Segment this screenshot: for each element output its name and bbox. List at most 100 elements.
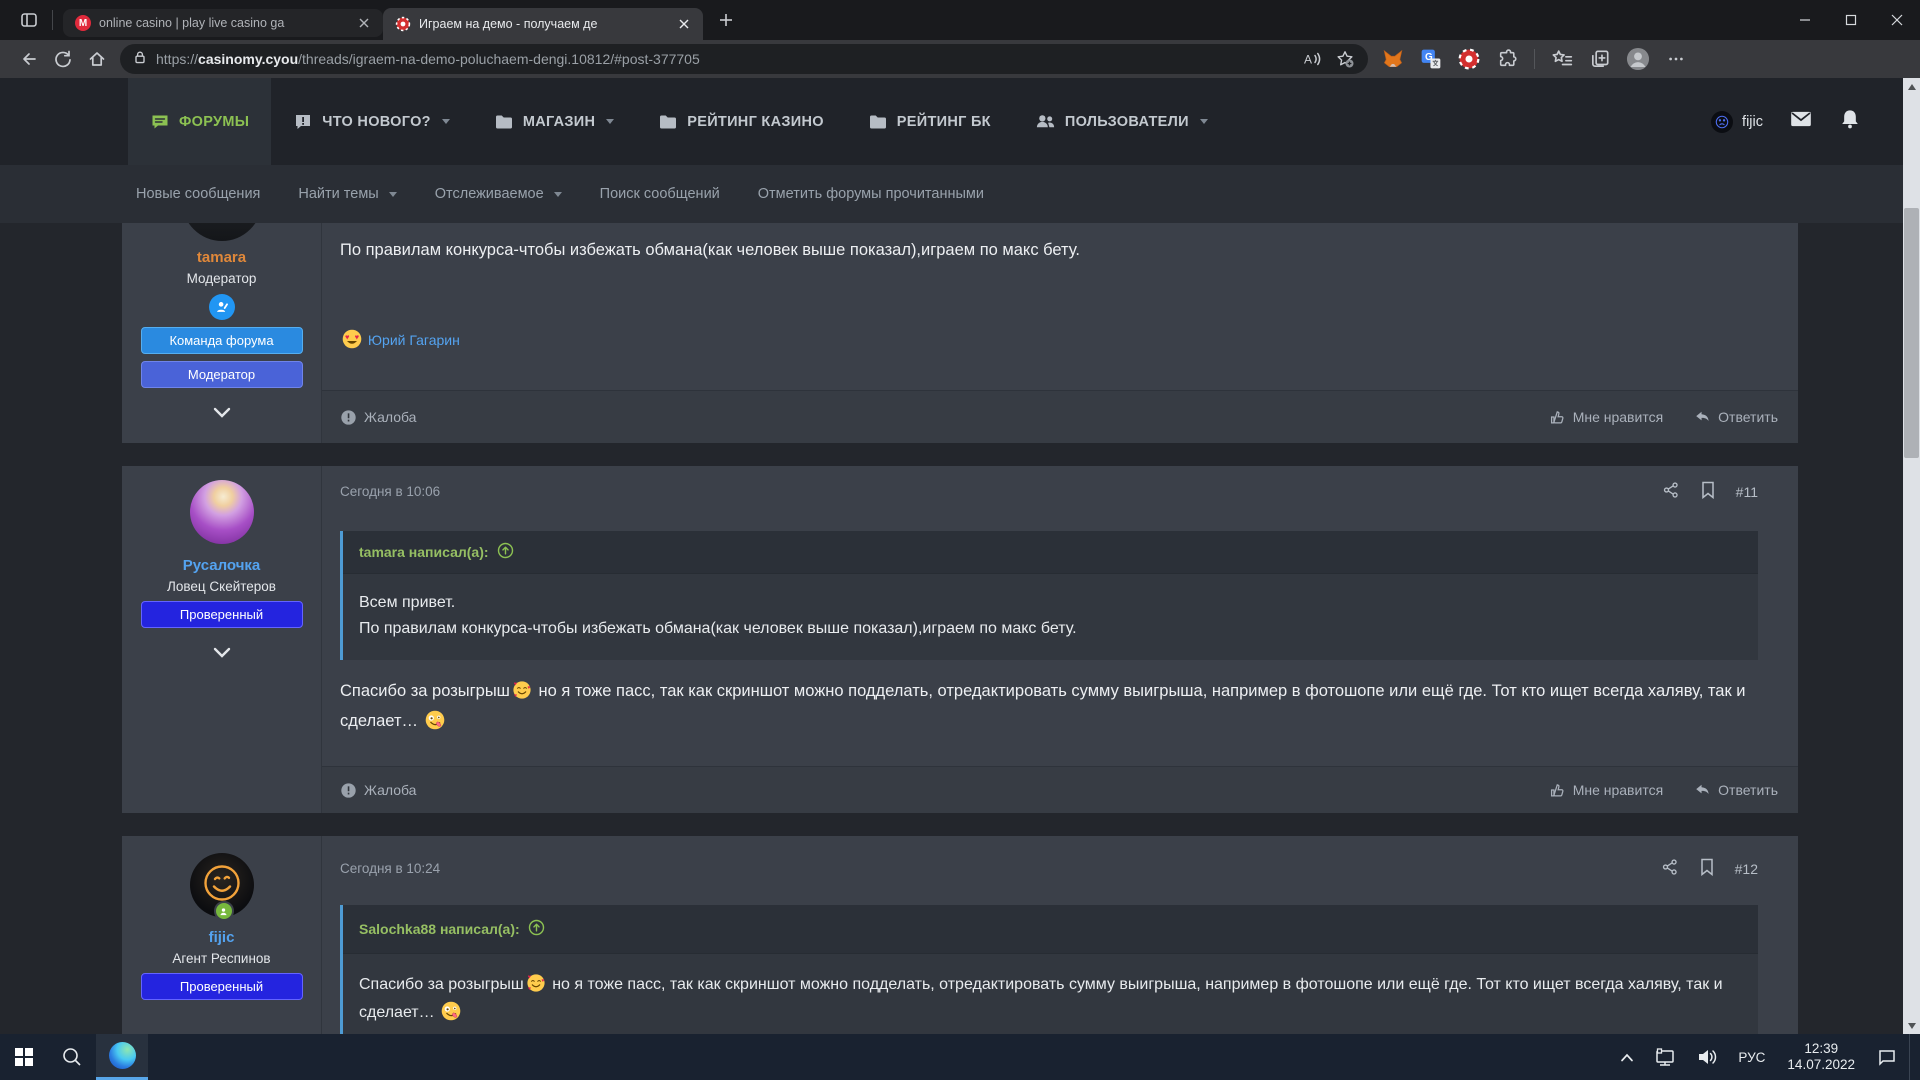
badge-forum-team[interactable]: Команда форума (141, 327, 303, 354)
refresh-icon[interactable] (46, 44, 80, 74)
like-button[interactable]: Мне нравится (1548, 781, 1663, 799)
start-button[interactable] (0, 1034, 48, 1080)
back-icon[interactable] (12, 44, 46, 74)
subnav-find-threads[interactable]: Найти темы (298, 186, 396, 202)
current-user-menu[interactable]: fijic (1711, 111, 1763, 133)
metamask-fox-icon[interactable] (1378, 44, 1408, 74)
new-tab-button[interactable] (713, 7, 739, 33)
badge-verified[interactable]: Проверенный (141, 601, 303, 628)
nav-item-users[interactable]: ПОЛЬЗОВАТЕЛИ (1013, 78, 1230, 165)
window-close-button[interactable] (1874, 0, 1920, 40)
quote-attribution[interactable]: Salochka88 написал(а): (359, 921, 520, 937)
bookmark-icon[interactable] (1699, 858, 1715, 879)
read-aloud-icon[interactable]: A (1294, 44, 1328, 74)
post-number[interactable]: #11 (1736, 484, 1758, 500)
clock[interactable]: 12:39 14.07.2022 (1777, 1041, 1865, 1073)
home-icon[interactable] (80, 44, 114, 74)
tab1-favicon-m-icon: M (75, 15, 91, 31)
url-text: https://casinomy.cyou/threads/igraem-na-… (156, 51, 1294, 67)
scroll-down-arrow-icon[interactable] (1903, 1017, 1920, 1034)
casino-chip-extension-icon[interactable] (1454, 44, 1484, 74)
tab2-close-icon[interactable] (675, 15, 693, 33)
reply-button[interactable]: Ответить (1693, 408, 1778, 426)
browser-tab-active[interactable]: Играем на демо - получаем де (383, 8, 703, 40)
lock-icon[interactable] (132, 49, 148, 70)
badge-verified[interactable]: Проверенный (141, 973, 303, 1000)
report-link[interactable]: Жалоба (340, 782, 416, 799)
subnav-mark-forums-read[interactable]: Отметить форумы прочитанными (758, 186, 984, 202)
report-link[interactable]: Жалоба (340, 409, 416, 426)
user-role: Агент Респинов (122, 951, 321, 966)
subnav-watched[interactable]: Отслеживаемое (435, 186, 562, 202)
subnav-new-posts[interactable]: Новые сообщения (136, 186, 260, 202)
username-link[interactable]: Русалочка (122, 557, 321, 574)
avatar[interactable] (190, 480, 254, 544)
bookmark-icon[interactable] (1700, 481, 1716, 502)
expand-user-chevron-icon[interactable] (212, 646, 232, 664)
window-maximize-button[interactable] (1828, 0, 1874, 40)
share-icon[interactable] (1662, 481, 1680, 502)
scroll-up-arrow-icon[interactable] (1903, 78, 1920, 95)
share-icon[interactable] (1661, 858, 1679, 879)
post10-user-cell: tamara Модератор Команда форума Модерато… (122, 223, 322, 443)
page-scrollbar[interactable] (1903, 78, 1920, 1034)
add-favorite-star-icon[interactable] (1328, 44, 1362, 74)
username-link[interactable]: tamara (122, 249, 321, 266)
search-icon (61, 1046, 83, 1068)
taskbar-edge-app[interactable] (96, 1034, 148, 1080)
username-link[interactable]: fijic (122, 929, 321, 946)
reply-button[interactable]: Ответить (1693, 781, 1778, 799)
post-timestamp[interactable]: Сегодня в 10:06 (340, 484, 440, 499)
volume-icon[interactable] (1688, 1034, 1726, 1080)
reactions-bar[interactable]: ♥♥ Юрий Гагарин (340, 329, 1758, 349)
alerts-bell-icon[interactable] (1839, 108, 1861, 135)
clock-date: 14.07.2022 (1787, 1057, 1855, 1073)
avatar[interactable] (190, 853, 254, 917)
chevron-down-icon (442, 119, 450, 124)
action-center-icon[interactable] (1869, 1034, 1905, 1080)
subnav-search-posts[interactable]: Поиск сообщений (600, 186, 720, 202)
profile-avatar-icon[interactable] (1623, 44, 1653, 74)
reaction-users-link[interactable]: ♥♥ Юрий Гагарин (340, 329, 460, 349)
extensions-puzzle-icon[interactable] (1492, 44, 1522, 74)
address-bar[interactable]: https://casinomy.cyou/threads/igraem-na-… (120, 44, 1368, 74)
quote-text: Всем привет. По правилам конкурса-чтобы … (343, 574, 1758, 660)
badge-moderator[interactable]: Модератор (141, 361, 303, 388)
svg-text:A: A (1304, 53, 1312, 67)
scrollbar-thumb[interactable] (1904, 208, 1919, 458)
tray-show-hidden-icons[interactable] (1612, 1034, 1642, 1080)
post-timestamp[interactable]: Сегодня в 10:24 (340, 861, 440, 876)
window-minimize-button[interactable] (1782, 0, 1828, 40)
show-desktop-button[interactable] (1909, 1034, 1914, 1080)
expand-user-chevron-icon[interactable] (212, 406, 232, 424)
avatar[interactable] (182, 223, 262, 241)
tab1-close-icon[interactable] (355, 14, 373, 32)
post-number[interactable]: #12 (1735, 861, 1758, 877)
current-user-name: fijic (1742, 114, 1763, 130)
nav-item-label: ФОРУМЫ (179, 114, 249, 130)
nav-item-bookmaker-rating[interactable]: РЕЙТИНГ БК (846, 78, 1013, 165)
quote-attribution[interactable]: tamara написал(а): (359, 544, 489, 560)
nav-item-whats-new[interactable]: ЧТО НОВОГО? (271, 78, 472, 165)
language-indicator[interactable]: РУС (1730, 1034, 1773, 1080)
tab-workspaces-icon[interactable] (12, 6, 46, 34)
network-icon[interactable] (1646, 1034, 1684, 1080)
taskbar-search-button[interactable] (48, 1034, 96, 1080)
quote-goto-arrow-icon[interactable] (497, 542, 514, 562)
nav-item-forums[interactable]: ФОРУМЫ (128, 78, 271, 165)
browser-tab-inactive[interactable]: M online casino | play live casino ga (63, 9, 383, 37)
browser-menu-dots-icon[interactable] (1661, 44, 1691, 74)
nav-item-shop[interactable]: МАГАЗИН (472, 78, 636, 165)
quote-goto-arrow-icon[interactable] (528, 919, 545, 939)
like-button[interactable]: Мне нравится (1548, 408, 1663, 426)
svg-text:♥: ♥ (528, 986, 531, 992)
chevron-down-icon (1200, 119, 1208, 124)
forum-post-10: tamara Модератор Команда форума Модерато… (122, 223, 1798, 443)
messages-envelope-icon[interactable] (1789, 107, 1813, 136)
google-translate-icon[interactable]: G (1416, 44, 1446, 74)
favorites-bar-icon[interactable] (1547, 44, 1577, 74)
nav-item-label: ПОЛЬЗОВАТЕЛИ (1065, 114, 1189, 130)
quote-block: Salochka88 написал(а): Спасибо за розыгр… (340, 905, 1758, 1034)
nav-item-casino-rating[interactable]: РЕЙТИНГ КАЗИНО (636, 78, 846, 165)
collections-icon[interactable] (1585, 44, 1615, 74)
